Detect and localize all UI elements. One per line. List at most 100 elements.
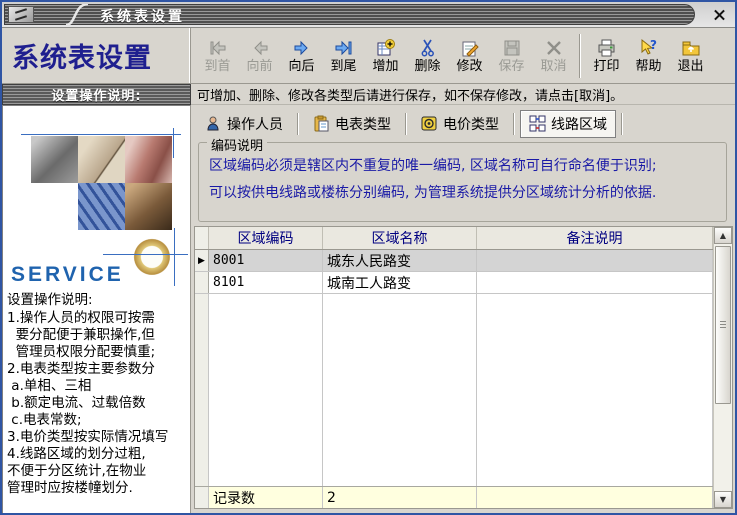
scroll-down-button[interactable]: ▼ bbox=[714, 491, 732, 508]
exit-icon bbox=[680, 37, 702, 59]
collage-line-top bbox=[21, 134, 181, 135]
scrollbar-thumb[interactable] bbox=[715, 246, 731, 404]
price-type-icon bbox=[421, 115, 438, 132]
scroll-up-icon: ▲ bbox=[720, 231, 726, 240]
empty-column bbox=[477, 294, 713, 486]
photo-pen bbox=[78, 136, 125, 183]
photo-watch-hand bbox=[125, 183, 172, 230]
scrollbar-track[interactable] bbox=[714, 244, 732, 491]
help-button[interactable]: ? 帮助 bbox=[628, 31, 669, 81]
tab-meter-type[interactable]: 电表类型 bbox=[304, 110, 400, 138]
next-label: 向后 bbox=[288, 60, 314, 74]
tab-operators[interactable]: 操作人员 bbox=[196, 110, 292, 138]
cell-region-name[interactable]: 城东人民路变 bbox=[323, 250, 477, 271]
close-icon bbox=[714, 9, 725, 20]
next-icon bbox=[291, 37, 313, 59]
record-count-label: 记录数 bbox=[209, 487, 323, 508]
collage-line-bottom bbox=[103, 254, 188, 255]
window-title: 系统表设置 bbox=[100, 6, 185, 26]
groupbox-line: 可以按供电线路或楼栋分别编码, 为管理系统提供分区域统计分析的依据. bbox=[199, 180, 726, 207]
footer-indicator bbox=[195, 487, 209, 508]
page-title: 系统表设置 bbox=[12, 36, 152, 75]
toolbar-row: 系统表设置 到首 向前 向后 到尾 增加 bbox=[2, 28, 735, 84]
app-logo bbox=[8, 6, 34, 23]
photo-keyboard bbox=[78, 183, 125, 230]
table-row[interactable]: ▶ 8001 城东人民路变 bbox=[195, 250, 713, 272]
save-label: 保存 bbox=[498, 60, 524, 74]
prev-icon bbox=[249, 37, 271, 59]
logo-icon bbox=[14, 10, 28, 19]
first-icon bbox=[207, 37, 229, 59]
empty-column bbox=[209, 294, 323, 486]
edit-button[interactable]: 修改 bbox=[449, 31, 490, 81]
next-button[interactable]: 向后 bbox=[281, 31, 322, 81]
groupbox-line: 区域编码必须是辖区内不重复的唯一编码, 区域名称可自行命名便于识别; bbox=[199, 153, 726, 180]
cell-note[interactable] bbox=[477, 272, 713, 293]
tab-separator bbox=[405, 113, 407, 135]
region-grid: 区域编码 区域名称 备注说明 ▶ 8001 城东人民路变 8101 城南工人路变 bbox=[194, 226, 733, 509]
coding-instructions-groupbox: 编码说明 区域编码必须是辖区内不重复的唯一编码, 区域名称可自行命名便于识别; … bbox=[198, 142, 727, 222]
first-button[interactable]: 到首 bbox=[197, 31, 238, 81]
instruction-line: 要分配便于兼职操作,但 bbox=[7, 327, 188, 344]
service-label: SERVICE bbox=[11, 263, 124, 287]
edit-label: 修改 bbox=[456, 60, 482, 74]
tab-operators-label: 操作人员 bbox=[227, 114, 283, 134]
column-header-note: 备注说明 bbox=[477, 227, 713, 249]
column-header-region-name: 区域名称 bbox=[323, 227, 477, 249]
first-label: 到首 bbox=[204, 60, 230, 74]
tab-line-region-label: 线路区域 bbox=[551, 114, 607, 134]
last-button[interactable]: 到尾 bbox=[323, 31, 364, 81]
edit-icon bbox=[459, 37, 481, 59]
cell-region-name[interactable]: 城南工人路变 bbox=[323, 272, 477, 293]
save-button[interactable]: 保存 bbox=[491, 31, 532, 81]
main-panel: 操作人员 电表类型 电价类型 线路区域 bbox=[191, 105, 735, 513]
cell-region-code[interactable]: 8001 bbox=[209, 250, 323, 271]
empty-column bbox=[323, 294, 477, 486]
close-button[interactable] bbox=[711, 7, 727, 21]
instruction-line: 设置操作说明: bbox=[7, 292, 188, 309]
instruction-line: 3.电价类型按实际情况填写 bbox=[7, 429, 188, 446]
grid-empty-area bbox=[195, 294, 713, 486]
scroll-up-button[interactable]: ▲ bbox=[714, 227, 732, 244]
collage-line-right-bottom bbox=[174, 228, 175, 286]
instruction-line: 不便于分区统计,在物业 bbox=[7, 463, 188, 480]
delete-button[interactable]: 删除 bbox=[407, 31, 448, 81]
cancel-button[interactable]: 取消 bbox=[533, 31, 574, 81]
collage-line-right-top bbox=[173, 128, 174, 158]
cell-note[interactable] bbox=[477, 250, 713, 271]
photo-stapler bbox=[31, 136, 78, 183]
print-button[interactable]: 打印 bbox=[586, 31, 627, 81]
photo-collage: SERVICE bbox=[3, 128, 190, 288]
tab-price-type[interactable]: 电价类型 bbox=[412, 110, 508, 138]
scrollbar-grip bbox=[720, 321, 726, 329]
last-label: 到尾 bbox=[330, 60, 356, 74]
print-icon bbox=[596, 37, 618, 59]
cancel-label: 取消 bbox=[540, 60, 566, 74]
add-button[interactable]: 增加 bbox=[365, 31, 406, 81]
tab-line-region[interactable]: 线路区域 bbox=[520, 110, 616, 138]
tab-meter-type-label: 电表类型 bbox=[335, 114, 391, 134]
tab-price-type-label: 电价类型 bbox=[443, 114, 499, 134]
line-region-icon bbox=[529, 115, 546, 132]
print-label: 打印 bbox=[593, 60, 619, 74]
content-area: SERVICE 设置操作说明: 1.操作人员的权限可按需 要分配便于兼职操作,但… bbox=[2, 105, 735, 513]
toolbar-separator bbox=[579, 34, 581, 78]
exit-button[interactable]: 退出 bbox=[670, 31, 711, 81]
vertical-scrollbar[interactable]: ▲ ▼ bbox=[713, 227, 732, 508]
column-header-region-code: 区域编码 bbox=[209, 227, 323, 249]
grid-header-row: 区域编码 区域名称 备注说明 bbox=[195, 227, 713, 250]
instruction-line: 4.线路区域的划分过粗, bbox=[7, 446, 188, 463]
tab-separator bbox=[513, 113, 515, 135]
instruction-line: a.单相、三相 bbox=[7, 378, 188, 395]
delete-icon bbox=[417, 37, 439, 59]
row-indicator bbox=[195, 272, 209, 293]
groupbox-title: 编码说明 bbox=[207, 135, 267, 154]
last-icon bbox=[333, 37, 355, 59]
table-row[interactable]: 8101 城南工人路变 bbox=[195, 272, 713, 294]
cell-region-code[interactable]: 8101 bbox=[209, 272, 323, 293]
instructions-block: 设置操作说明: 1.操作人员的权限可按需 要分配便于兼职操作,但 管理员权限分配… bbox=[3, 288, 190, 497]
prev-button[interactable]: 向前 bbox=[239, 31, 280, 81]
add-icon bbox=[375, 37, 397, 59]
notice-bar: 可增加、删除、修改各类型后请进行保存，如不保存修改，请点击[取消]。 bbox=[191, 84, 735, 105]
svg-text:?: ? bbox=[650, 38, 657, 52]
